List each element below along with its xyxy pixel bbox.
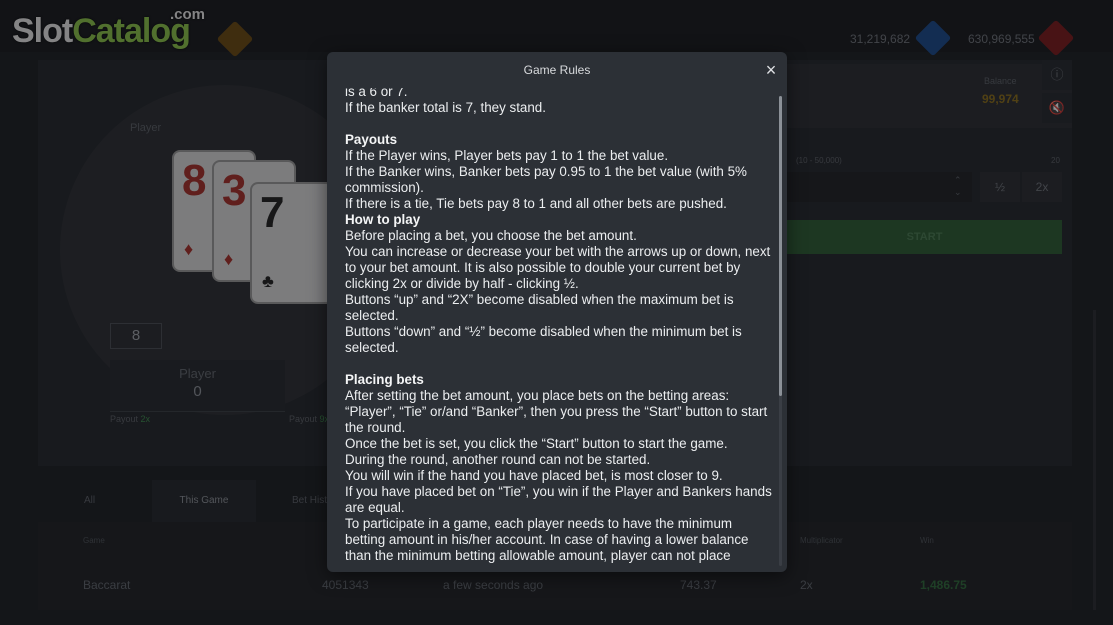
rules-line: If the Banker wins, Banker bets pay 0.95…: [345, 164, 747, 195]
section-heading-payouts: Payouts: [345, 132, 398, 147]
rules-line: You will win if the hand you have placed…: [345, 468, 723, 483]
rules-line: If you have placed bet on “Tie”, you win…: [345, 484, 772, 515]
modal-scrollbar-thumb[interactable]: [779, 96, 782, 396]
page: SlotCatalog .com 31,219,682 630,969,555 …: [0, 0, 1113, 625]
rules-line: During the round, another round can not …: [345, 452, 651, 467]
rules-line: Buttons “down” and “½” become disabled w…: [345, 324, 742, 355]
game-rules-modal: Game Rules × is a 6 or 7. If the banker …: [327, 52, 787, 572]
section-heading-placing-bets: Placing bets: [345, 372, 424, 387]
rules-line: If the banker total is 7, they stand.: [345, 100, 546, 115]
rules-line: To participate in a game, each player ne…: [345, 516, 749, 563]
rules-line: is a 6 or 7.: [345, 88, 408, 99]
rules-line: After setting the bet amount, you place …: [345, 388, 768, 435]
close-icon[interactable]: ×: [761, 60, 781, 80]
rules-line: Before placing a bet, you choose the bet…: [345, 228, 637, 243]
rules-line: Once the bet is set, you click the “Star…: [345, 436, 728, 451]
rules-line: You can increase or decrease your bet wi…: [345, 244, 771, 291]
modal-title: Game Rules: [523, 63, 591, 77]
rules-text: is a 6 or 7. If the banker total is 7, t…: [345, 88, 775, 572]
rules-line: If the Player wins, Player bets pay 1 to…: [345, 148, 669, 163]
modal-header: Game Rules ×: [327, 52, 787, 88]
section-heading-how-to-play: How to play: [345, 212, 421, 227]
rules-line: Buttons “up” and “2X” become disabled wh…: [345, 292, 734, 323]
rules-line: If there is a tie, Tie bets pay 8 to 1 a…: [345, 196, 727, 211]
